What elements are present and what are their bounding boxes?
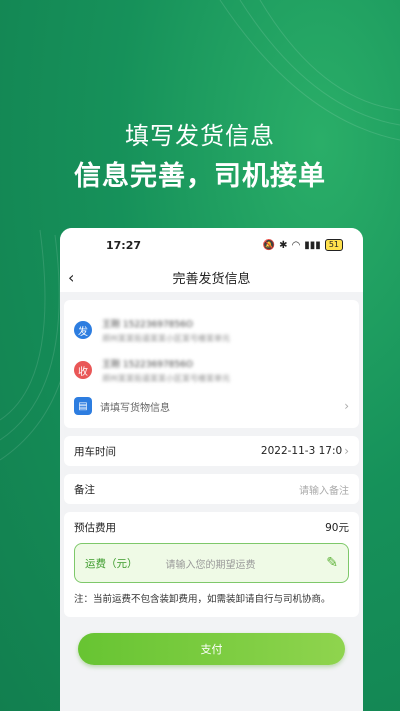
status-icons: 🔕 ✱ ◠ ▮▮▮ 51: [263, 239, 343, 251]
pay-button[interactable]: 支付: [78, 633, 345, 665]
freight-input[interactable]: 运费（元） 请输入您的期望运费 ✎: [74, 543, 349, 583]
receiver-address-row[interactable]: 收 王刚 15223697856O 郑州某某街道某某小区某号楼某单元: [74, 350, 349, 390]
promo-title: 填写发货信息: [125, 122, 275, 150]
goods-info-row[interactable]: ▤ 请填写货物信息 ›: [74, 390, 349, 422]
nav-bar: ‹ 完善发货信息: [60, 262, 363, 292]
chevron-right-icon: ›: [344, 444, 349, 458]
goods-icon: ▤: [74, 397, 92, 415]
fee-note: 注：当前运费不包含装卸费用，如需装卸请自行与司机协商。: [74, 594, 331, 605]
sender-contact: 王刚 15223697856O: [102, 319, 193, 330]
bluetooth-icon: ✱: [279, 239, 288, 251]
receiver-badge: 收: [74, 361, 92, 379]
goods-placeholder: 请填写货物信息: [100, 402, 170, 414]
freight-label: 运费（元）: [85, 557, 138, 570]
fee-label: 预估费用: [74, 522, 116, 534]
promo-subtitle: 信息完善，司机接单: [74, 161, 326, 192]
chevron-right-icon: ›: [344, 399, 349, 413]
fee-total: 90元: [325, 522, 349, 534]
address-card: 发 王刚 15223697856O 郑州某某街道某某小区某号楼某单元 收 王刚 …: [64, 300, 359, 428]
receiver-address: 郑州某某街道某某小区某号楼某单元: [102, 373, 230, 383]
phone-screen: 17:27 🔕 ✱ ◠ ▮▮▮ 51 ‹ 完善发货信息 发 王刚 1522369…: [60, 228, 363, 711]
status-bar: 17:27 🔕 ✱ ◠ ▮▮▮ 51: [60, 228, 363, 262]
freight-placeholder: 请输入您的期望运费: [165, 559, 256, 571]
fee-header: 预估费用 90元: [74, 520, 349, 535]
battery-icon: 51: [324, 239, 343, 251]
remark-row[interactable]: 备注 请输入备注: [64, 474, 359, 504]
fee-card: 预估费用 90元 运费（元） 请输入您的期望运费 ✎ 注：当前运费不包含装卸费用…: [64, 512, 359, 617]
sender-address-row[interactable]: 发 王刚 15223697856O 郑州某某街道某某小区某号楼某单元: [74, 310, 349, 350]
sender-badge: 发: [74, 321, 92, 339]
remark-input[interactable]: 请输入备注: [299, 482, 349, 497]
signal-icon: ▮▮▮: [304, 239, 321, 251]
mute-icon: 🔕: [262, 239, 276, 251]
back-arrow-icon[interactable]: ‹: [68, 268, 74, 287]
vehicle-time-value: 2022-11-3 17:0: [260, 445, 343, 457]
sender-address: 郑州某某街道某某小区某号楼某单元: [102, 333, 230, 343]
page-title: 完善发货信息: [172, 271, 251, 287]
vehicle-time-label: 用车时间: [74, 445, 116, 458]
receiver-info: 王刚 15223697856O 郑州某某街道某某小区某号楼某单元: [102, 357, 230, 384]
status-time: 17:27: [106, 238, 142, 252]
vehicle-time-row[interactable]: 用车时间 2022-11-3 17:0 ›: [64, 436, 359, 466]
remark-label: 备注: [74, 483, 95, 496]
wifi-icon: ◠: [291, 239, 301, 251]
pencil-icon[interactable]: ✎: [326, 555, 338, 571]
receiver-contact: 王刚 15223697856O: [102, 359, 193, 370]
sender-info: 王刚 15223697856O 郑州某某街道某某小区某号楼某单元: [102, 317, 230, 344]
